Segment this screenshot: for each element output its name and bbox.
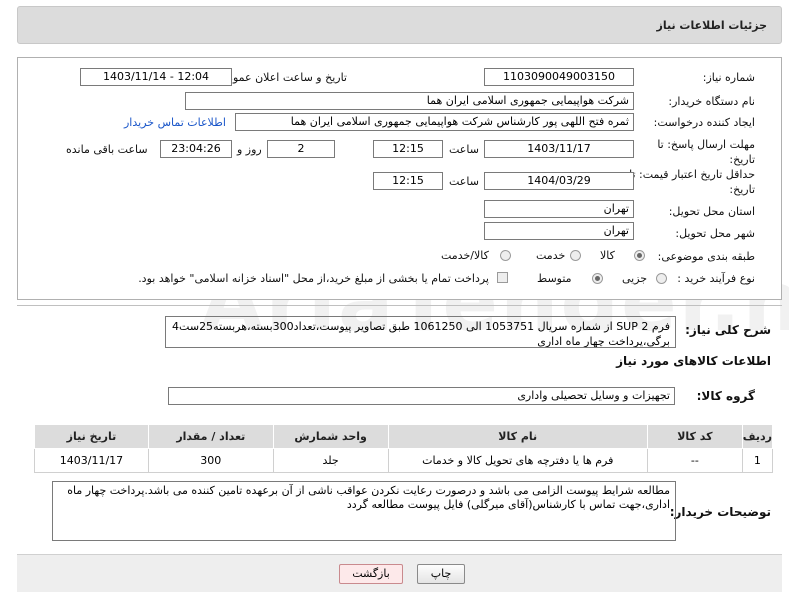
buyer-org-value: شرکت هواپیمایی جمهوری اسلامی ایران هما bbox=[185, 92, 634, 110]
page-title: جزئیات اطلاعات نیاز bbox=[656, 19, 768, 32]
treasury-payment-checkbox[interactable] bbox=[497, 272, 508, 283]
description-label: شرح کلی نیاز: bbox=[685, 323, 771, 337]
need-number-label: شماره نیاز: bbox=[702, 71, 755, 84]
validity-date-value: 1404/03/29 bbox=[484, 172, 634, 190]
remaining-time-value: 23:04:26 bbox=[160, 140, 232, 158]
cell-row-number: 1 bbox=[741, 448, 774, 473]
cell-quantity: 300 bbox=[147, 448, 274, 473]
buyer-contact-link[interactable]: اطلاعات تماس خریدار bbox=[124, 116, 226, 129]
deadline-time-label: ساعت bbox=[449, 143, 479, 156]
remaining-days-value: 2 bbox=[267, 140, 335, 158]
days-and-label: روز و bbox=[237, 143, 262, 156]
process-medium-radio[interactable] bbox=[592, 273, 603, 284]
validity-time-label: ساعت bbox=[449, 175, 479, 188]
category-service-label: خدمت bbox=[536, 249, 566, 262]
deadline-label: مهلت ارسال پاسخ: تا bbox=[657, 138, 755, 151]
need-number-value: 1103090049003150 bbox=[484, 68, 634, 86]
deadline-date-value: 1403/11/17 bbox=[484, 140, 634, 158]
back-button[interactable]: بازگشت bbox=[339, 564, 403, 584]
cell-need-date: 1403/11/17 bbox=[34, 448, 149, 473]
category-goods-service-radio[interactable] bbox=[500, 250, 511, 261]
goods-group-value: تجهیزات و وسایل تحصیلی واداری bbox=[168, 387, 675, 405]
col-item-code: کد کالا bbox=[646, 424, 743, 449]
page-header: جزئیات اطلاعات نیاز bbox=[17, 6, 782, 44]
announce-label: تاریخ و ساعت اعلان عمومی: bbox=[214, 71, 347, 84]
process-minor-radio[interactable] bbox=[656, 273, 667, 284]
items-table: ردیف کد کالا نام کالا واحد شمارش تعداد /… bbox=[34, 424, 774, 473]
process-medium-label: متوسط bbox=[537, 272, 572, 285]
treasury-payment-note: پرداخت تمام یا بخشی از مبلغ خرید،از محل … bbox=[138, 272, 489, 285]
col-quantity: تعداد / مقدار bbox=[147, 424, 274, 449]
deadline-date-label: تاریخ: bbox=[729, 153, 755, 166]
min-validity-date-label: تاریخ: bbox=[729, 183, 755, 196]
col-need-date: تاریخ نیاز bbox=[34, 424, 149, 449]
category-service-radio[interactable] bbox=[570, 250, 581, 261]
requester-label: ایجاد کننده درخواست: bbox=[653, 116, 755, 129]
category-goods-service-label: کالا/خدمت bbox=[441, 249, 489, 262]
cell-item-name: فرم ها یا دفترچه های تحویل کالا و خدمات bbox=[387, 448, 648, 473]
buyer-notes-label: توضیحات خریدار: bbox=[669, 505, 771, 519]
deadline-time-value: 12:15 bbox=[373, 140, 443, 158]
announce-value: 1403/11/14 - 12:04 bbox=[80, 68, 232, 86]
min-validity-label: حداقل تاریخ اعتبار قیمت: تا bbox=[629, 168, 755, 181]
table-row: 1 -- فرم ها یا دفترچه های تحویل کالا و خ… bbox=[34, 448, 774, 473]
goods-group-label: گروه کالا: bbox=[696, 389, 755, 403]
col-item-name: نام کالا bbox=[387, 424, 648, 449]
category-label: طبقه بندی موضوعی: bbox=[657, 250, 755, 263]
table-header-row: ردیف کد کالا نام کالا واحد شمارش تعداد /… bbox=[34, 424, 774, 449]
province-value: تهران bbox=[484, 200, 634, 218]
process-minor-label: جزیی bbox=[622, 272, 648, 285]
category-goods-radio[interactable] bbox=[634, 250, 645, 261]
print-button[interactable]: چاپ bbox=[417, 564, 465, 584]
city-value: تهران bbox=[484, 222, 634, 240]
category-goods-label: کالا bbox=[600, 249, 615, 262]
buyer-org-label: نام دستگاه خریدار: bbox=[668, 95, 755, 108]
section-divider bbox=[17, 305, 782, 306]
province-label: استان محل تحویل: bbox=[668, 205, 755, 218]
buyer-notes-text: مطالعه شرایط پیوست الزامی می باشد و درصو… bbox=[52, 481, 676, 541]
cell-unit: جلد bbox=[272, 448, 389, 473]
requester-value: ثمره فتح اللهی پور کارشناس شرکت هواپیمای… bbox=[235, 113, 634, 131]
city-label: شهر محل تحویل: bbox=[675, 227, 755, 240]
remaining-time-label: ساعت باقی مانده bbox=[66, 143, 148, 156]
col-unit: واحد شمارش bbox=[272, 424, 389, 449]
description-text: فرم SUP 2 از شماره سریال 1053751 الی 106… bbox=[165, 316, 676, 348]
cell-item-code: -- bbox=[646, 448, 743, 473]
goods-section-title: اطلاعات کالاهای مورد نیاز bbox=[616, 354, 771, 368]
validity-time-value: 12:15 bbox=[373, 172, 443, 190]
process-label: نوع فرآیند خرید : bbox=[677, 272, 755, 285]
col-row-number: ردیف bbox=[741, 424, 774, 449]
